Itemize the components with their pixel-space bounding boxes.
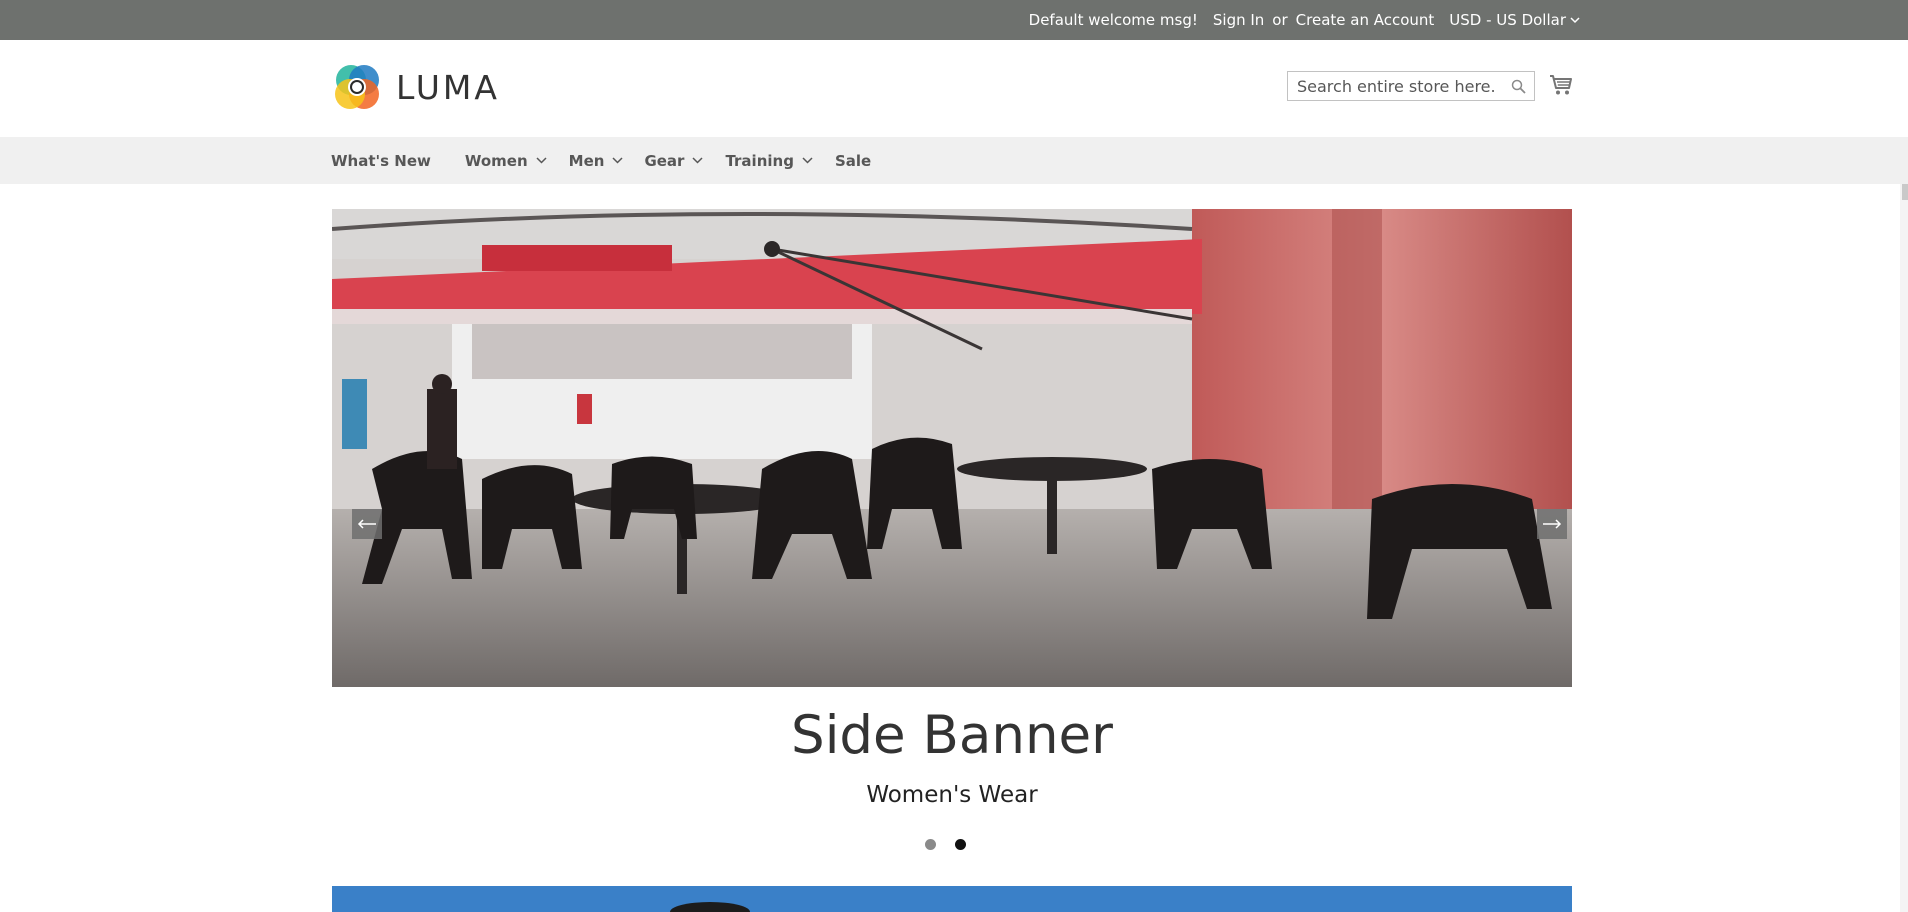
nav-item-men[interactable]: Men [569, 152, 624, 170]
nav-item-gear[interactable]: Gear [644, 152, 703, 170]
nav-item-label: Women [464, 151, 528, 170]
or-text: or [1272, 11, 1288, 29]
sign-in-link[interactable]: Sign In [1213, 11, 1264, 29]
slider-dot-1[interactable] [925, 839, 936, 850]
slider-image[interactable] [332, 209, 1572, 687]
search-box[interactable] [1287, 71, 1535, 101]
welcome-message: Default welcome msg! [1028, 11, 1198, 29]
next-banner-image[interactable] [332, 886, 1572, 912]
store-logo[interactable]: LUMA [332, 62, 500, 112]
chevron-down-icon [1570, 16, 1580, 23]
create-account-link[interactable]: Create an Account [1296, 11, 1435, 29]
slider-dot-2[interactable] [955, 839, 966, 850]
minicart-button[interactable] [1549, 74, 1573, 100]
search-input[interactable] [1288, 72, 1497, 100]
page-header: LUMA [0, 40, 1908, 137]
nav-item-label: What's New [331, 151, 431, 170]
nav-item-label: Sale [834, 151, 872, 170]
cart-icon [1550, 75, 1572, 95]
main-navigation: What's New Women Men Gear Training Sale [0, 137, 1908, 184]
slide-subtitle: Women's Wear [866, 782, 1038, 808]
next-banner-photo [332, 886, 1572, 912]
luma-logo-icon [335, 65, 379, 109]
currency-label: USD - US Dollar [1449, 11, 1566, 29]
arrow-right-icon [1543, 519, 1562, 529]
currency-switcher[interactable]: USD - US Dollar [1449, 11, 1580, 29]
chevron-down-icon [692, 157, 703, 164]
nav-item-whats-new[interactable]: What's New [331, 152, 431, 170]
search-button[interactable] [1511, 79, 1526, 98]
arrow-left-icon [357, 519, 376, 529]
chevron-down-icon [802, 157, 813, 164]
cafe-photo [332, 209, 1572, 687]
logo-text: LUMA [396, 67, 500, 107]
nav-item-label: Gear [644, 151, 685, 170]
nav-item-sale[interactable]: Sale [835, 152, 871, 170]
top-panel: Default welcome msg! Sign In or Create a… [0, 0, 1908, 40]
nav-items: What's New Women Men Gear Training Sale [331, 137, 905, 184]
chevron-down-icon [536, 157, 547, 164]
search-icon [1511, 79, 1526, 94]
nav-item-label: Men [568, 151, 605, 170]
nav-item-training[interactable]: Training [725, 151, 813, 170]
chevron-down-icon [612, 157, 623, 164]
slider-next-button[interactable] [1537, 509, 1567, 539]
nav-item-women[interactable]: Women [465, 152, 547, 170]
slide-title: Side Banner [791, 705, 1113, 766]
top-links: Default welcome msg! Sign In or Create a… [1029, 0, 1580, 40]
slider-dots [925, 839, 985, 850]
slider-prev-button[interactable] [352, 509, 382, 539]
nav-item-label: Training [725, 151, 794, 170]
